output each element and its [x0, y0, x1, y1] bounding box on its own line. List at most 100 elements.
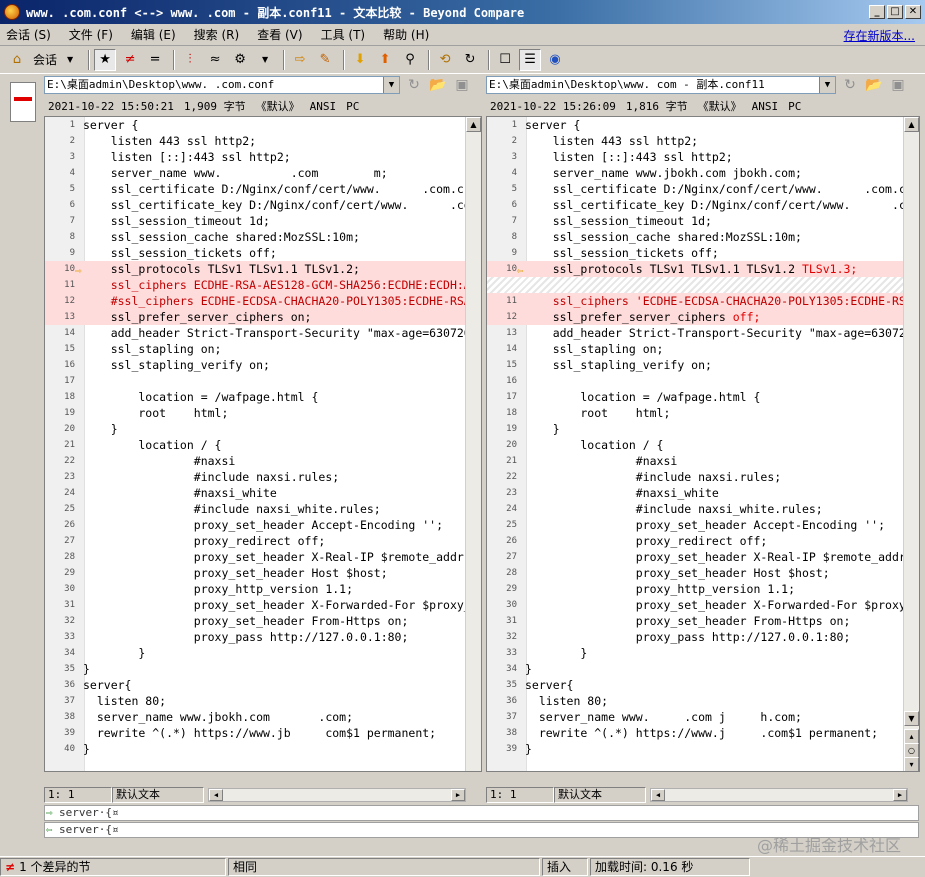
code-line[interactable]: 3 listen [::]:443 ssl http2;: [45, 149, 481, 165]
code-line[interactable]: 33 proxy_pass http://127.0.0.1:80;: [45, 629, 481, 645]
code-line[interactable]: 18 location = /wafpage.html {: [45, 389, 481, 405]
left-scroll-left-icon[interactable]: ◀: [209, 789, 223, 801]
code-line[interactable]: 7 ssl_session_timeout 1d;: [487, 213, 919, 229]
code-line[interactable]: 20 }: [45, 421, 481, 437]
code-line[interactable]: 34}: [487, 661, 919, 677]
code-line[interactable]: 38 rewrite ^(.*) https://www.j .com$1 pe…: [487, 725, 919, 741]
code-line[interactable]: 24 #include naxsi_white.rules;: [487, 501, 919, 517]
code-line[interactable]: 17 location = /wafpage.html {: [487, 389, 919, 405]
left-path-input[interactable]: E:\桌面admin\Desktop\www. .com.conf ▼: [44, 76, 400, 94]
right-scroll-down-icon[interactable]: ▼: [904, 711, 919, 726]
left-path-dropdown-icon[interactable]: ▼: [383, 77, 399, 93]
code-line[interactable]: 26 proxy_set_header Accept-Encoding '';: [45, 517, 481, 533]
session-label[interactable]: 会话: [33, 51, 57, 68]
code-line[interactable]: 20 location / {: [487, 437, 919, 453]
show-same-icon[interactable]: =: [144, 49, 166, 71]
code-line[interactable]: 5 ssl_certificate D:/Nginx/conf/cert/www…: [45, 181, 481, 197]
menu-view[interactable]: 查看 (V): [257, 26, 302, 43]
menu-tools[interactable]: 工具 (T): [321, 26, 366, 43]
beyond-compare-app-icon[interactable]: [4, 4, 20, 20]
right-editor[interactable]: 1 server {2 listen 443 ssl http2; 3 listen…: [486, 116, 920, 772]
code-line[interactable]: 26 proxy_redirect off;: [487, 533, 919, 549]
compare-row-left[interactable]: ⇨ server·{¤: [44, 805, 919, 821]
code-line[interactable]: 32 proxy_pass http://127.0.0.1:80;: [487, 629, 919, 645]
code-line[interactable]: 31 proxy_set_header From-Https on;: [487, 613, 919, 629]
code-line[interactable]: 33 }: [487, 645, 919, 661]
menu-file[interactable]: 文件 (F): [69, 26, 113, 43]
code-line[interactable]: 37 server_name www. .com j h.com;: [487, 709, 919, 725]
left-editor[interactable]: 1 server {2 listen 443 ssl http2; 3 listen…: [44, 116, 482, 772]
next-diff-icon[interactable]: ⬇: [349, 49, 371, 71]
code-line[interactable]: 23 #include naxsi.rules;: [45, 469, 481, 485]
code-line[interactable]: 22 #include naxsi.rules;: [487, 469, 919, 485]
code-line[interactable]: 25 #include naxsi_white.rules;: [45, 501, 481, 517]
session-dropdown-icon[interactable]: ▼: [59, 49, 81, 71]
menu-help[interactable]: 帮助 (H): [383, 26, 429, 43]
code-line[interactable]: 7 ssl_session_timeout 1d;: [45, 213, 481, 229]
swap-icon[interactable]: ⟲: [434, 49, 456, 71]
left-save-icon[interactable]: ▣: [452, 76, 472, 94]
right-scroll-up-icon[interactable]: ▲: [904, 117, 919, 132]
right-text-mode[interactable]: 默认文本: [554, 787, 646, 803]
code-line[interactable]: [487, 277, 919, 293]
code-line[interactable]: 12 #ssl_ciphers ECDHE-ECDSA-CHACHA20-POL…: [45, 293, 481, 309]
code-line[interactable]: 8 ssl_session_cache shared:MozSSL:10m;: [45, 229, 481, 245]
code-line[interactable]: 32 proxy_set_header From-Https on;: [45, 613, 481, 629]
code-line[interactable]: 15 ssl_stapling on;: [45, 341, 481, 357]
code-line[interactable]: 29 proxy_set_header Host $host;: [45, 565, 481, 581]
code-line[interactable]: 15 ssl_stapling_verify on;: [487, 357, 919, 373]
overview-thumbnail[interactable]: [10, 82, 36, 122]
new-version-link[interactable]: 存在新版本...: [844, 27, 915, 44]
code-line[interactable]: 16: [487, 373, 919, 389]
maximize-button[interactable]: □: [887, 5, 903, 19]
edit-pencil-icon[interactable]: ✎: [314, 49, 336, 71]
code-line[interactable]: 9 ssl_session_tickets off;: [487, 245, 919, 261]
left-horizontal-scrollbar[interactable]: ◀ ▶: [208, 788, 466, 802]
right-scroll-right-icon[interactable]: ▶: [893, 789, 907, 801]
code-line[interactable]: 22 #naxsi: [45, 453, 481, 469]
code-line[interactable]: 13 add_header Strict-Transport-Security …: [487, 325, 919, 341]
code-line[interactable]: 21 location / {: [45, 437, 481, 453]
code-line[interactable]: 6 ssl_certificate_key D:/Nginx/conf/cert…: [487, 197, 919, 213]
code-line[interactable]: 28 proxy_set_header X-Real-IP $remote_ad…: [45, 549, 481, 565]
code-line[interactable]: 17: [45, 373, 481, 389]
right-save-icon[interactable]: ▣: [888, 76, 908, 94]
context-icon[interactable]: ⫶: [179, 49, 201, 71]
find-binoculars-icon[interactable]: ⚲: [399, 49, 421, 71]
right-lineend[interactable]: PC: [788, 100, 801, 113]
code-line[interactable]: 4 server_name www.jbokh.com jbokh.com;: [487, 165, 919, 181]
show-all-icon[interactable]: ★: [94, 48, 117, 71]
code-line[interactable]: 38 server_name www.jbokh.com .com;: [45, 709, 481, 725]
code-line[interactable]: 39 rewrite ^(.*) https://www.jb com$1 pe…: [45, 725, 481, 741]
code-line[interactable]: 11 ssl_ciphers 'ECDHE-ECDSA-CHACHA20-POL…: [487, 293, 919, 309]
code-line[interactable]: 10 ssl_protocols TLSv1 TLSv1.1 TLSv1.2 T…: [487, 261, 919, 277]
menu-edit[interactable]: 编辑 (E): [131, 26, 176, 43]
code-line[interactable]: 27 proxy_redirect off;: [45, 533, 481, 549]
code-line[interactable]: 1 server {: [487, 117, 919, 133]
left-history-icon[interactable]: ↻: [404, 76, 424, 94]
next-page-icon[interactable]: ▾: [904, 757, 919, 771]
code-line[interactable]: 39}: [487, 741, 919, 757]
right-open-folder-icon[interactable]: 📂: [864, 76, 884, 94]
code-line[interactable]: 37 listen 80;: [45, 693, 481, 709]
left-lineend[interactable]: PC: [346, 100, 359, 113]
code-line[interactable]: 5 ssl_certificate D:/Nginx/conf/cert/www…: [487, 181, 919, 197]
right-vertical-scrollbar[interactable]: ▲ ▼ ▴ ○ ▾: [903, 117, 919, 771]
right-encoding[interactable]: ANSI: [752, 100, 779, 113]
overview-pane[interactable]: [6, 78, 38, 848]
code-line[interactable]: 12 ssl_prefer_server_ciphers off;: [487, 309, 919, 325]
code-line[interactable]: 2 listen 443 ssl http2;: [487, 133, 919, 149]
code-line[interactable]: 13 ssl_prefer_server_ciphers on;: [45, 309, 481, 325]
left-open-folder-icon[interactable]: 📂: [428, 76, 448, 94]
code-line[interactable]: 1 server {: [45, 117, 481, 133]
copy-to-right-icon[interactable]: ⇨: [289, 49, 311, 71]
right-scroll-left-icon[interactable]: ◀: [651, 789, 665, 801]
code-line[interactable]: 25 proxy_set_header Accept-Encoding '';: [487, 517, 919, 533]
code-line[interactable]: 10 ssl_protocols TLSv1 TLSv1.1 TLSv1.2; ⇨: [45, 261, 481, 277]
minimize-button[interactable]: _: [869, 5, 885, 19]
text-view-icon[interactable]: ☐: [494, 49, 516, 71]
left-format[interactable]: 《默认》: [256, 98, 300, 114]
menu-search[interactable]: 搜索 (R): [194, 26, 240, 43]
left-scroll-up-icon[interactable]: ▲: [466, 117, 481, 132]
code-line[interactable]: 18 root html;: [487, 405, 919, 421]
